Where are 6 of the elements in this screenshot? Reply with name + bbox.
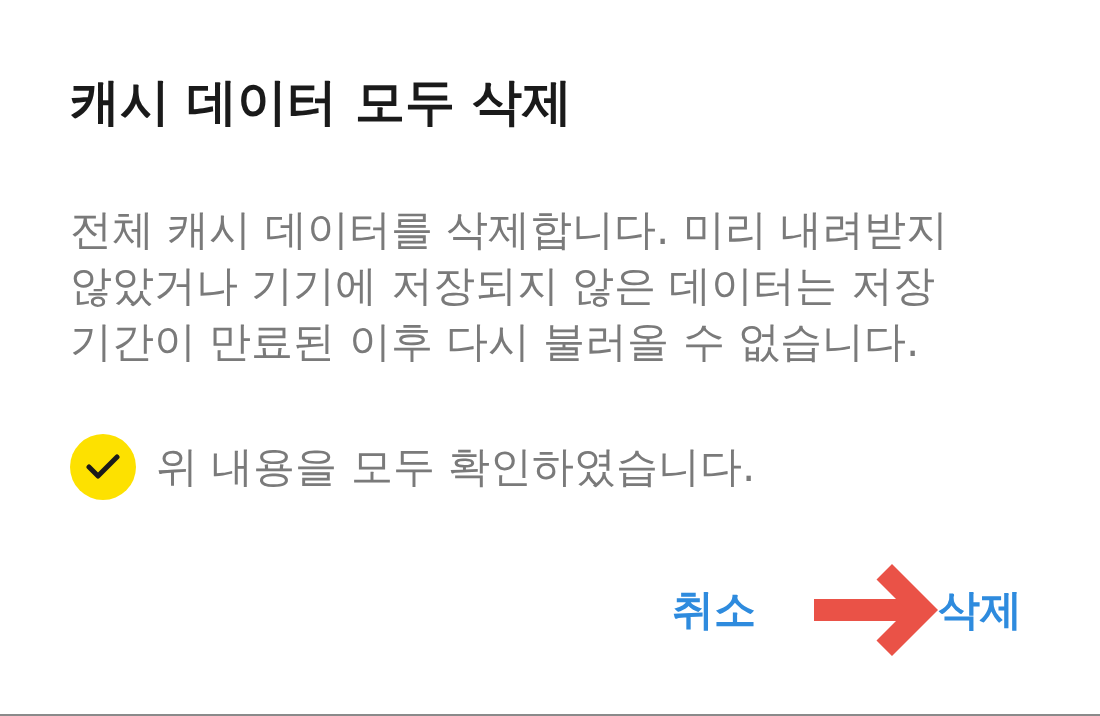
dialog-title: 캐시 데이터 모두 삭제	[70, 72, 574, 132]
checkbox-label[interactable]: 위 내용을 모두 확인하였습니다.	[156, 441, 756, 493]
dialog-button[interactable]: 취소	[672, 584, 756, 636]
dialog-button[interactable]: 삭제	[938, 584, 1022, 636]
checkmark-icon	[86, 454, 120, 480]
dialog-message: 전체 캐시 데이터를 삭제합니다. 미리 내려받지 않았거나 기기에 저장되지 않은 데이터는 저장 기간이 만료된 이후 다시 불러올 수 없습니다.	[70, 204, 950, 368]
